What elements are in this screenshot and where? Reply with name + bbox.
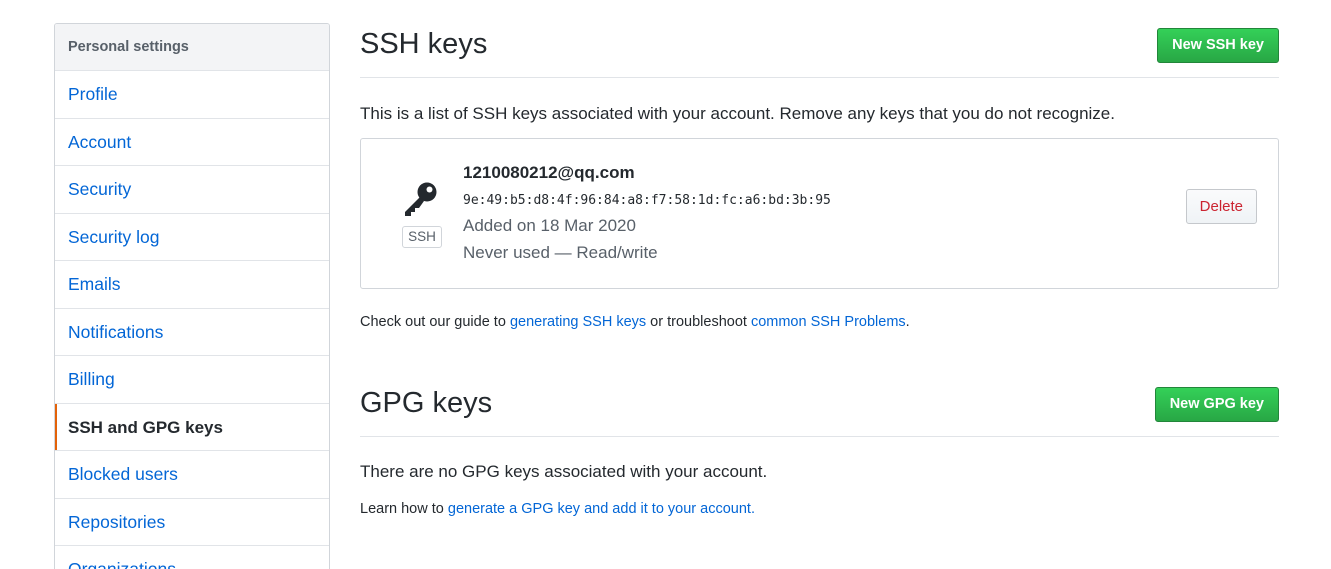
ssh-keys-heading: SSH keys (360, 28, 488, 60)
sidebar-item-repositories[interactable]: Repositories (55, 499, 329, 546)
gpg-keys-heading: GPG keys (360, 387, 493, 419)
sidebar-item-emails[interactable]: Emails (55, 261, 329, 309)
sidebar-header: Personal settings (55, 24, 329, 71)
sidebar-item-ssh-gpg-keys[interactable]: SSH and GPG keys (55, 403, 329, 451)
ssh-type-label: SSH (402, 226, 442, 248)
delete-ssh-key-button[interactable]: Delete (1185, 189, 1257, 224)
gpg-empty-text: There are no GPG keys associated with yo… (360, 462, 768, 481)
sidebar-item-blocked-users[interactable]: Blocked users (55, 451, 329, 499)
sidebar-item-notifications[interactable]: Notifications (55, 309, 329, 356)
common-ssh-problems-link[interactable]: common SSH Problems (751, 314, 906, 330)
sidebar-item-security-log[interactable]: Security log (55, 214, 329, 261)
ssh-section-divider (360, 77, 1279, 78)
sidebar-item-billing[interactable]: Billing (55, 356, 329, 404)
ssh-guide-middle: or troubleshoot (646, 314, 751, 330)
ssh-description: This is a list of SSH keys associated wi… (360, 104, 1115, 123)
sidebar-item-organizations[interactable]: Organizations (55, 546, 329, 569)
ssh-guide-prefix: Check out our guide to (360, 314, 510, 330)
gpg-section-divider (360, 436, 1279, 437)
generating-ssh-keys-link[interactable]: generating SSH keys (510, 314, 646, 330)
ssh-key-title: 1210080212@qq.com (463, 163, 635, 182)
new-gpg-key-button[interactable]: New GPG key (1154, 387, 1279, 422)
ssh-guide-note: Check out our guide to generating SSH ke… (360, 314, 910, 330)
new-ssh-key-button[interactable]: New SSH key (1157, 28, 1279, 63)
ssh-key-item: SSH 1210080212@qq.com 9e:49:b5:d8:4f:96:… (360, 138, 1279, 289)
ssh-key-fingerprint: 9e:49:b5:d8:4f:96:84:a8:f7:58:1d:fc:a6:b… (463, 193, 831, 208)
ssh-guide-suffix: . (905, 314, 910, 330)
sidebar-item-security[interactable]: Security (55, 166, 329, 214)
sidebar-item-account[interactable]: Account (55, 119, 329, 166)
gpg-learn-note: Learn how to generate a GPG key and add … (360, 501, 755, 517)
settings-page: Personal settings Profile Account Securi… (0, 0, 1331, 569)
settings-sidebar: Personal settings Profile Account Securi… (54, 23, 330, 569)
key-icon (405, 182, 437, 216)
ssh-key-usage: Never used — Read/write (463, 243, 658, 262)
sidebar-item-profile[interactable]: Profile (55, 71, 329, 119)
gpg-learn-prefix: Learn how to (360, 501, 448, 517)
ssh-key-added-date: Added on 18 Mar 2020 (463, 216, 636, 235)
generate-gpg-key-link[interactable]: generate a GPG key and add it to your ac… (448, 501, 755, 517)
